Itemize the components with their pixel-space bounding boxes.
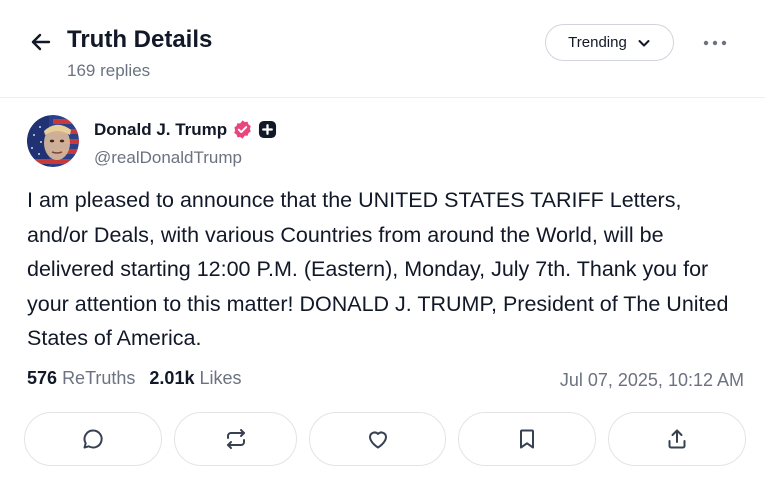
plus-badge-icon [259,120,277,139]
header-divider [0,97,765,98]
post-text: I am pleased to announce that the UNITED… [27,188,729,350]
post-timestamp: Jul 07, 2025, 10:12 AM [559,370,744,390]
retruths-count: 576 [27,368,58,388]
author-handle[interactable]: @realDonaldTrump [94,148,242,168]
replies-count: 169 replies [67,61,151,80]
heart-icon [368,431,387,449]
post-stats: 576 ReTruths 2.01k Likes [27,368,242,389]
author-name[interactable]: Donald J. Trump [94,120,227,140]
bookmark-icon [520,429,534,449]
back-button[interactable] [29,30,53,54]
sort-dropdown[interactable]: Trending [545,24,674,61]
sort-selected-label: Trending [568,34,627,51]
likes-label: Likes [199,368,242,388]
retruth-button[interactable] [174,412,297,466]
retruths-label: ReTruths [62,368,136,388]
verified-badge-icon [234,120,251,139]
chevron-down-icon [638,39,650,46]
post-actions [24,412,746,468]
reply-button[interactable] [24,412,162,466]
arrow-left-icon [31,33,51,51]
more-horizontal-icon [703,40,727,46]
retruths-stat[interactable]: 576 ReTruths [27,368,135,389]
share-icon [668,429,686,449]
bookmark-button[interactable] [458,412,596,466]
more-options-button[interactable] [700,33,730,53]
repost-icon [226,429,245,449]
likes-count: 2.01k [149,368,195,388]
share-button[interactable] [608,412,746,466]
comment-icon [83,429,103,449]
like-button[interactable] [309,412,446,466]
avatar[interactable] [27,115,79,167]
author-name-row: Donald J. Trump [94,119,277,140]
page-header: Truth Details 169 replies Trending [0,0,765,96]
likes-stat[interactable]: 2.01k Likes [149,368,241,389]
page-title: Truth Details [67,26,213,53]
